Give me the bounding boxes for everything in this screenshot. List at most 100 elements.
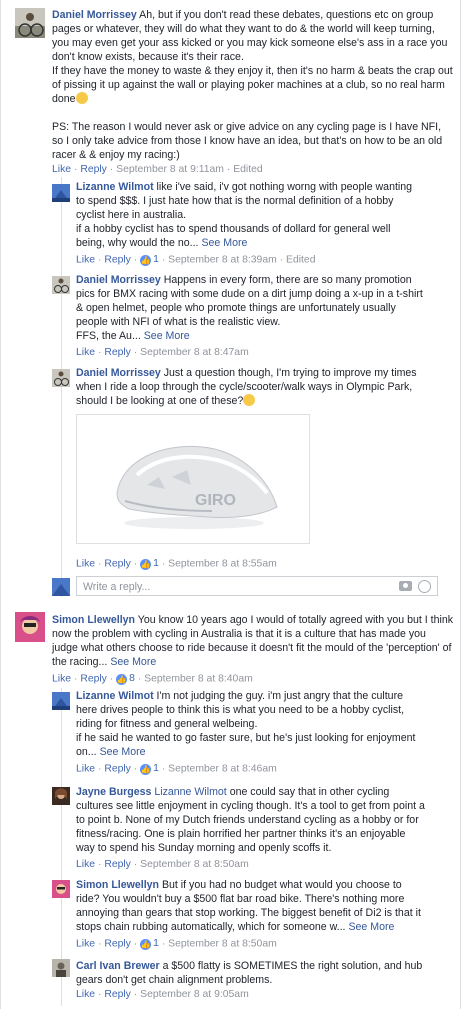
avatar-lizanne-wilmot[interactable] xyxy=(52,692,70,710)
reply-jayne-1: Jayne Burgess Lizanne Wilmot one could s… xyxy=(76,785,426,872)
timestamp[interactable]: September 8 at 8:50am xyxy=(140,859,249,870)
mention-link[interactable]: Lizanne Wilmot xyxy=(154,786,226,798)
timestamp[interactable]: September 8 at 8:55am xyxy=(168,559,277,570)
reply-text: Lizanne Wilmot like i've said, i'v got n… xyxy=(76,181,413,249)
like-count[interactable]: 👍 1 xyxy=(140,762,159,776)
reply-action[interactable]: Reply xyxy=(104,859,131,870)
edited-label[interactable]: Edited xyxy=(233,164,262,175)
timestamp[interactable]: September 8 at 8:39am xyxy=(168,255,277,266)
avatar-jayne-burgess[interactable] xyxy=(52,787,70,805)
reply-text: Lizanne Wilmot I'm not judging the guy. … xyxy=(76,690,416,758)
timestamp[interactable]: September 8 at 8:47am xyxy=(140,347,249,358)
author-name[interactable]: Carl Ivan Brewer xyxy=(76,960,160,972)
see-more-link[interactable]: See More xyxy=(100,746,146,758)
avatar-daniel-morrissey[interactable] xyxy=(52,276,70,294)
thumbs-up-icon: 👍 xyxy=(140,254,152,266)
thumbs-up-icon: 👍 xyxy=(140,558,152,570)
reply-text: Jayne Burgess Lizanne Wilmot one could s… xyxy=(76,786,428,854)
reply-meta: Like · Reply · September 8 at 8:50am xyxy=(76,859,249,870)
camera-icon[interactable] xyxy=(399,581,412,591)
current-user-avatar xyxy=(52,578,70,596)
avatar-daniel-morrissey[interactable] xyxy=(15,8,45,38)
like-action[interactable]: Like xyxy=(76,989,95,1000)
like-action[interactable]: Like xyxy=(52,674,71,685)
timestamp[interactable]: September 8 at 8:40am xyxy=(144,674,253,685)
reply-action[interactable]: Reply xyxy=(104,764,131,775)
like-count[interactable]: 👍 1 xyxy=(140,937,159,951)
edited-label[interactable]: Edited xyxy=(286,255,315,266)
comment-meta: Like · Reply · 👍 8 · September 8 at 8:40a… xyxy=(52,672,253,686)
like-count[interactable]: 👍 1 xyxy=(140,253,159,267)
see-more-link[interactable]: See More xyxy=(110,656,156,668)
laughing-emoji-icon xyxy=(243,394,256,406)
like-action[interactable]: Like xyxy=(76,764,95,775)
comment-meta: Like · Reply · September 8 at 9:11am · E… xyxy=(52,164,263,175)
author-name[interactable]: Jayne Burgess xyxy=(76,786,151,798)
reply-text: Daniel Morrissey Happens in every form, … xyxy=(76,274,423,342)
like-count[interactable]: 👍 8 xyxy=(116,672,135,686)
helmet-brand-logo: GIRO xyxy=(195,492,236,509)
grin-emoji-icon xyxy=(75,92,88,104)
reply-placeholder: Write a reply... xyxy=(83,581,151,593)
comment-daniel-1: Daniel Morrissey Ah, but if you don't re… xyxy=(52,8,454,177)
reply-action[interactable]: Reply xyxy=(104,989,131,1000)
reply-meta: Like · Reply · September 8 at 9:05am xyxy=(76,989,249,1000)
timestamp[interactable]: September 8 at 8:46am xyxy=(168,764,277,775)
like-action[interactable]: Like xyxy=(76,255,95,266)
reply-action[interactable]: Reply xyxy=(104,939,131,950)
reply-action[interactable]: Reply xyxy=(80,164,107,175)
reply-meta: Like · Reply · September 8 at 8:47am xyxy=(76,347,249,358)
avatar-simon-llewellyn[interactable] xyxy=(15,612,45,642)
thumbs-up-icon: 👍 xyxy=(116,673,128,685)
timestamp[interactable]: September 8 at 9:11am xyxy=(116,164,224,175)
avatar-daniel-morrissey[interactable] xyxy=(52,369,70,387)
reply-meta: Like · Reply · 👍 1 · September 8 at 8:39a… xyxy=(76,253,316,267)
comment-text-ps: PS: The reason I would never ask or give… xyxy=(52,121,446,161)
thumbs-up-icon: 👍 xyxy=(140,763,152,775)
thumbs-up-icon: 👍 xyxy=(140,938,152,950)
reply-daniel-3: Daniel Morrissey Just a question though,… xyxy=(76,366,426,408)
avatar-simon-llewellyn[interactable] xyxy=(52,880,70,898)
reply-action[interactable]: Reply xyxy=(80,674,107,685)
reply-text: Carl Ivan Brewer a $500 flatty is SOMETI… xyxy=(76,960,426,986)
comments-panel: Daniel Morrissey Ah, but if you don't re… xyxy=(0,0,461,1009)
see-more-link[interactable]: See More xyxy=(348,921,394,933)
see-more-link[interactable]: See More xyxy=(201,237,247,249)
reply-meta: Like · Reply · 👍 1 · September 8 at 8:50a… xyxy=(76,937,277,951)
reply-carl-1: Carl Ivan Brewer a $500 flatty is SOMETI… xyxy=(76,959,426,1002)
reply-text: Daniel Morrissey Just a question though,… xyxy=(76,367,420,407)
like-action[interactable]: Like xyxy=(76,939,95,950)
comment-text: Daniel Morrissey Ah, but if you don't re… xyxy=(52,9,453,105)
timestamp[interactable]: September 8 at 8:50am xyxy=(168,939,277,950)
author-name[interactable]: Daniel Morrissey xyxy=(76,367,161,379)
like-action[interactable]: Like xyxy=(76,347,95,358)
comment-text: Simon Llewellyn You know 10 years ago I … xyxy=(52,614,456,668)
attached-image-helmet[interactable]: GIRO xyxy=(76,414,310,544)
like-count[interactable]: 👍 1 xyxy=(140,557,159,571)
thread-line xyxy=(61,177,62,597)
reply-meta: Like · Reply · 👍 1 · September 8 at 8:55a… xyxy=(76,557,277,571)
avatar-carl-ivan-brewer[interactable] xyxy=(52,959,70,977)
author-name[interactable]: Daniel Morrissey xyxy=(76,274,161,286)
author-name[interactable]: Simon Llewellyn xyxy=(76,879,159,891)
emoji-icon[interactable] xyxy=(418,580,431,593)
author-name[interactable]: Daniel Morrissey xyxy=(52,9,137,21)
see-more-link[interactable]: See More xyxy=(144,330,190,342)
reply-lizanne-1: Lizanne Wilmot like i've said, i'v got n… xyxy=(76,180,416,268)
like-action[interactable]: Like xyxy=(76,559,95,570)
reply-action[interactable]: Reply xyxy=(104,559,131,570)
reply-action[interactable]: Reply xyxy=(104,347,131,358)
author-name[interactable]: Lizanne Wilmot xyxy=(76,690,154,702)
avatar-lizanne-wilmot[interactable] xyxy=(52,184,70,202)
author-name[interactable]: Lizanne Wilmot xyxy=(76,181,154,193)
like-action[interactable]: Like xyxy=(52,164,71,175)
reply-daniel-2: Daniel Morrissey Happens in every form, … xyxy=(76,273,426,360)
timestamp[interactable]: September 8 at 9:05am xyxy=(140,989,249,1000)
author-name[interactable]: Simon Llewellyn xyxy=(52,614,135,626)
reply-simon-2: Simon Llewellyn But if you had no budget… xyxy=(76,878,426,952)
reply-text: Simon Llewellyn But if you had no budget… xyxy=(76,879,424,933)
like-action[interactable]: Like xyxy=(76,859,95,870)
reply-action[interactable]: Reply xyxy=(104,255,131,266)
reply-lizanne-2: Lizanne Wilmot I'm not judging the guy. … xyxy=(76,689,426,777)
reply-input[interactable]: Write a reply... xyxy=(76,576,438,596)
